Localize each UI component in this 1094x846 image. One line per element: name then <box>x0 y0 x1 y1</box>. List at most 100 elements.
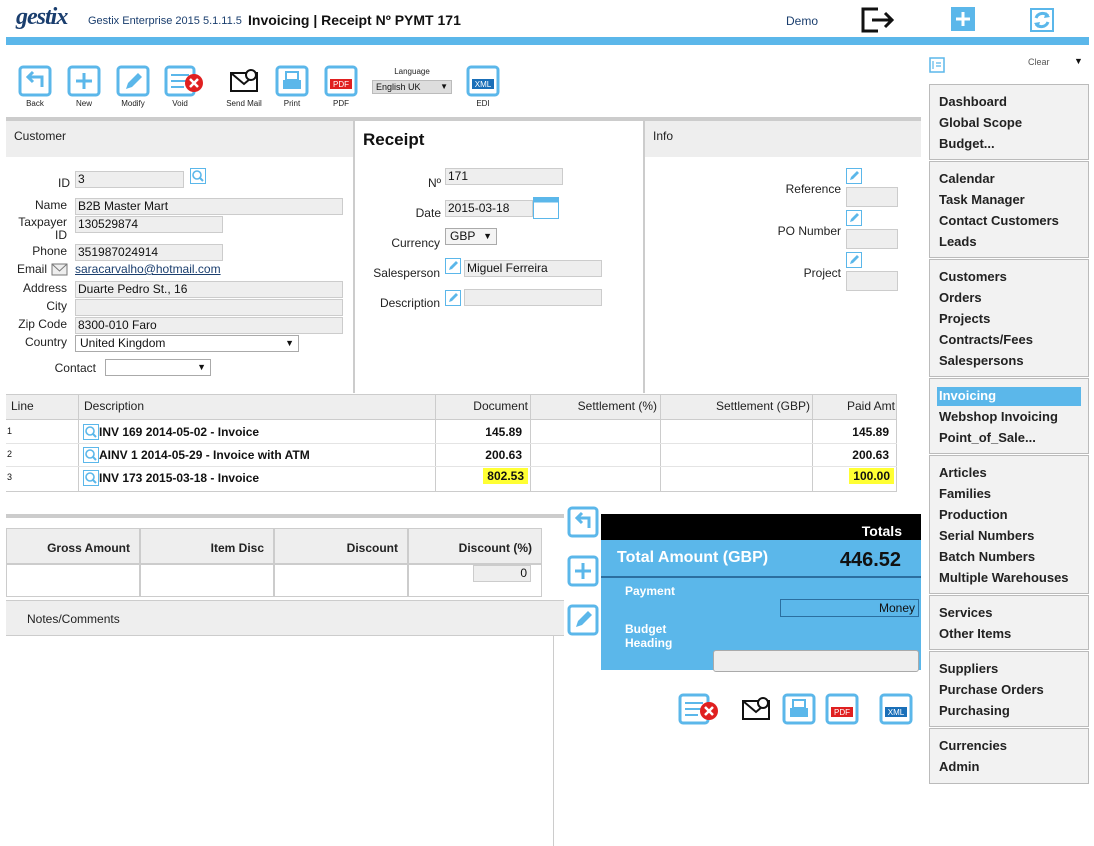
contact-select[interactable]: ▼ <box>105 359 211 376</box>
currency-value: GBP <box>450 229 476 243</box>
sidebar-item-admin[interactable]: Admin <box>939 759 979 774</box>
new-window-icon[interactable] <box>950 6 976 32</box>
sidebar-item-purchase-orders[interactable]: Purchase Orders <box>939 682 1044 697</box>
edit-icon[interactable] <box>846 252 862 268</box>
refresh-icon[interactable] <box>1028 6 1056 34</box>
currency-select[interactable]: GBP ▼ <box>445 228 497 245</box>
row-paid: 200.63 <box>852 448 889 462</box>
mail-icon[interactable] <box>739 693 773 725</box>
po-number-field[interactable] <box>846 229 898 249</box>
sidebar-item-point-of-sale[interactable]: Point_of_Sale... <box>939 430 1036 445</box>
modify-button[interactable]: Modify <box>113 65 153 108</box>
country-select[interactable]: United Kingdom ▼ <box>75 335 299 352</box>
send-mail-button[interactable]: Send Mail <box>222 65 266 108</box>
edit-icon[interactable] <box>445 258 461 274</box>
xml-icon[interactable]: XML <box>879 693 913 725</box>
address-label: Address <box>22 281 67 295</box>
edi-button[interactable]: XML EDI <box>463 65 503 108</box>
sidebar-item-contact-customers[interactable]: Contact Customers <box>939 213 1059 228</box>
sidebar-item-global-scope[interactable]: Global Scope <box>939 115 1022 130</box>
table-row[interactable]: 3 INV 173 2015-03-18 - Invoice 802.53 10… <box>6 467 897 490</box>
pdf-button[interactable]: PDF PDF <box>321 65 361 108</box>
description-field[interactable] <box>464 289 602 306</box>
magnifier-icon[interactable] <box>83 470 99 486</box>
sidebar-item-other-items[interactable]: Other Items <box>939 626 1011 641</box>
sidebar-item-dashboard[interactable]: Dashboard <box>939 94 1007 109</box>
notes-textarea[interactable] <box>6 636 554 846</box>
discount-pct-field[interactable]: 0 <box>473 565 531 582</box>
logout-icon[interactable] <box>860 6 896 34</box>
customer-name-field[interactable]: B2B Master Mart <box>75 198 343 215</box>
customer-id-field[interactable]: 3 <box>75 171 184 188</box>
printer-icon[interactable] <box>782 693 816 725</box>
salesperson-field[interactable]: Miguel Ferreira <box>464 260 602 277</box>
sidebar-item-services[interactable]: Services <box>939 605 993 620</box>
gestix-logo[interactable]: gestix <box>16 4 68 31</box>
sidebar-item-articles[interactable]: Articles <box>939 465 987 480</box>
print-button[interactable]: Print <box>272 65 312 108</box>
sidebar-item-orders[interactable]: Orders <box>939 290 982 305</box>
sidebar-item-contracts-fees[interactable]: Contracts/Fees <box>939 332 1033 347</box>
sidebar-toggle-icon[interactable] <box>929 57 945 73</box>
col-document[interactable]: Document <box>440 399 528 413</box>
pencil-icon[interactable] <box>567 604 599 636</box>
budget-heading-field[interactable] <box>713 650 919 672</box>
void-button[interactable]: Void <box>162 65 206 108</box>
table-row[interactable]: 1 INV 169 2014-05-02 - Invoice 145.89 14… <box>6 421 897 444</box>
edit-icon[interactable] <box>445 290 461 306</box>
sidebar-item-serial-numbers[interactable]: Serial Numbers <box>939 528 1034 543</box>
col-settlement-gbp[interactable]: Settlement (GBP) <box>665 399 810 413</box>
sidebar-item-task-manager[interactable]: Task Manager <box>939 192 1025 207</box>
sidebar-item-salespersons[interactable]: Salespersons <box>939 353 1024 368</box>
sidebar-item-batch-numbers[interactable]: Batch Numbers <box>939 549 1035 564</box>
void-icon[interactable] <box>678 693 720 725</box>
sidebar-item-production[interactable]: Production <box>939 507 1008 522</box>
sidebar-item-multiple-warehouses[interactable]: Multiple Warehouses <box>939 570 1069 585</box>
reference-label: Reference <box>785 182 841 196</box>
city-field[interactable] <box>75 299 343 316</box>
magnifier-icon[interactable] <box>83 447 99 463</box>
col-paid-amt[interactable]: Paid Amt <box>815 399 895 413</box>
back-button[interactable]: Back <box>15 65 55 108</box>
col-description[interactable]: Description <box>84 399 144 413</box>
phone-field[interactable]: 351987024914 <box>75 244 223 261</box>
sidebar-item-purchasing[interactable]: Purchasing <box>939 703 1010 718</box>
sidebar-item-leads[interactable]: Leads <box>939 234 977 249</box>
table-row[interactable]: 2 AINV 1 2014-05-29 - Invoice with ATM 2… <box>6 444 897 467</box>
sidebar-item-budget[interactable]: Budget... <box>939 136 995 151</box>
sidebar-item-invoicing[interactable]: Invoicing <box>939 388 996 403</box>
back-icon[interactable] <box>567 506 599 538</box>
clear-label[interactable]: Clear <box>1028 57 1050 67</box>
receipt-no-field[interactable]: 171 <box>445 168 563 185</box>
plus-icon[interactable] <box>567 555 599 587</box>
address-field[interactable]: Duarte Pedro St., 16 <box>75 281 343 298</box>
envelope-icon[interactable] <box>51 262 68 277</box>
edit-icon[interactable] <box>846 210 862 226</box>
new-button[interactable]: New <box>64 65 104 108</box>
magnifier-icon[interactable] <box>83 424 99 440</box>
zip-field[interactable]: 8300-010 Faro <box>75 317 343 334</box>
dropdown-arrow-icon[interactable]: ▼ <box>1074 56 1083 66</box>
search-icon[interactable] <box>190 168 206 184</box>
row-document-highlight: 802.53 <box>436 468 528 484</box>
sidebar-item-projects[interactable]: Projects <box>939 311 990 326</box>
sidebar-item-webshop-invoicing[interactable]: Webshop Invoicing <box>939 409 1058 424</box>
reference-field[interactable] <box>846 187 898 207</box>
calendar-icon[interactable] <box>533 197 559 219</box>
sidebar-item-currencies[interactable]: Currencies <box>939 738 1007 753</box>
col-settlement-pct[interactable]: Settlement (%) <box>535 399 657 413</box>
col-line[interactable]: Line <box>11 399 34 413</box>
user-name[interactable]: Demo <box>786 14 818 28</box>
sidebar-item-families[interactable]: Families <box>939 486 991 501</box>
language-select[interactable]: English UK ▼ <box>372 80 452 94</box>
edit-icon[interactable] <box>846 168 862 184</box>
project-field[interactable] <box>846 271 898 291</box>
payment-select[interactable]: Money <box>780 599 919 617</box>
taxpayer-field[interactable]: 130529874 <box>75 216 223 233</box>
email-link[interactable]: saracarvalho@hotmail.com <box>75 262 221 276</box>
sidebar-item-customers[interactable]: Customers <box>939 269 1007 284</box>
pdf-icon[interactable]: PDF <box>825 693 859 725</box>
date-field[interactable]: 2015-03-18 <box>445 200 533 217</box>
sidebar-item-calendar[interactable]: Calendar <box>939 171 995 186</box>
sidebar-item-suppliers[interactable]: Suppliers <box>939 661 998 676</box>
